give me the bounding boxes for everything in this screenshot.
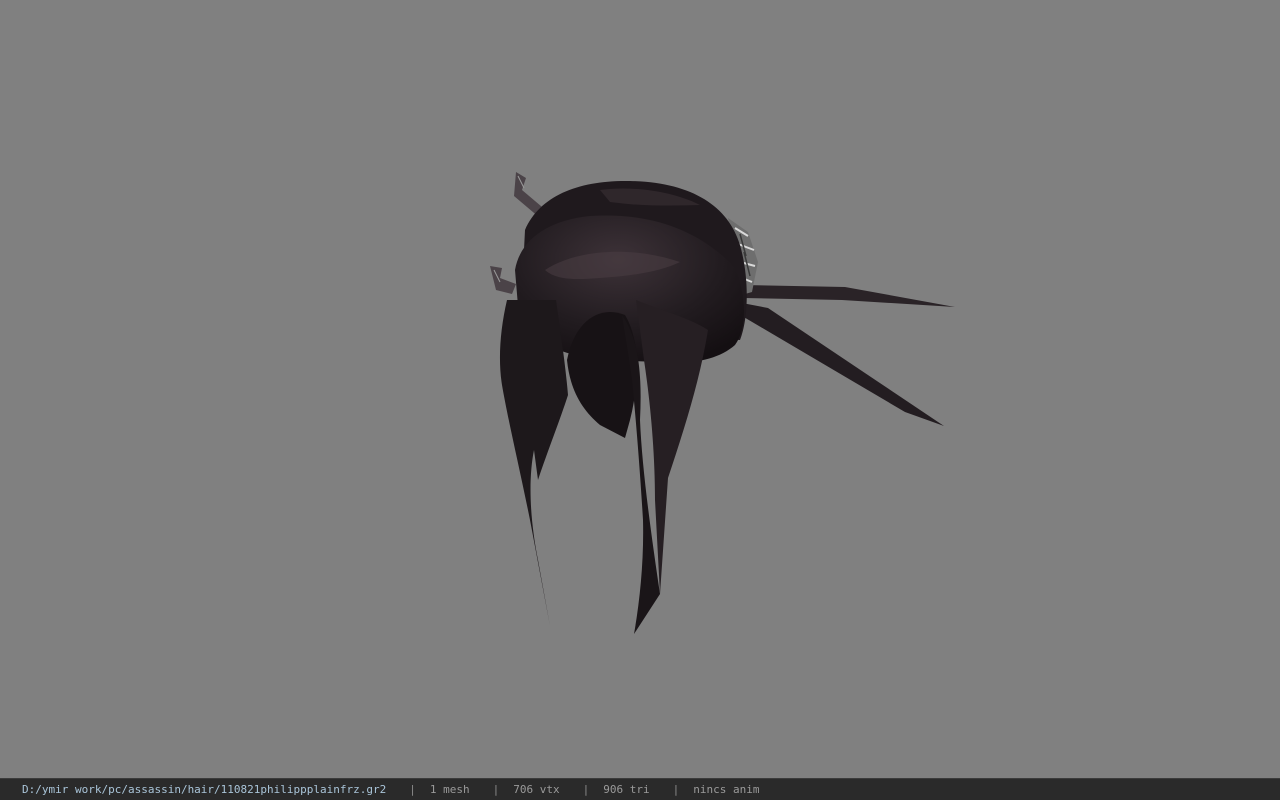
- status-separator: |: [409, 783, 416, 796]
- 3d-viewport[interactable]: [0, 0, 1280, 778]
- status-bar: D:/ymir work/pc/assassin/hair/110821phil…: [0, 778, 1280, 800]
- triangle-count-label: 906 tri: [603, 783, 650, 796]
- hair-body: [499, 180, 747, 634]
- file-path-label: D:/ymir work/pc/assassin/hair/110821phil…: [22, 783, 387, 796]
- hair-model-icon: [490, 172, 955, 634]
- status-separator: |: [492, 783, 500, 796]
- status-separator: |: [582, 783, 590, 796]
- animation-label: nincs anim: [693, 783, 760, 796]
- status-separator: |: [672, 783, 680, 796]
- hair-pin-long: [742, 285, 955, 426]
- vertex-count-label: 706 vtx: [513, 783, 560, 796]
- mesh-count-label: 1 mesh: [429, 783, 470, 796]
